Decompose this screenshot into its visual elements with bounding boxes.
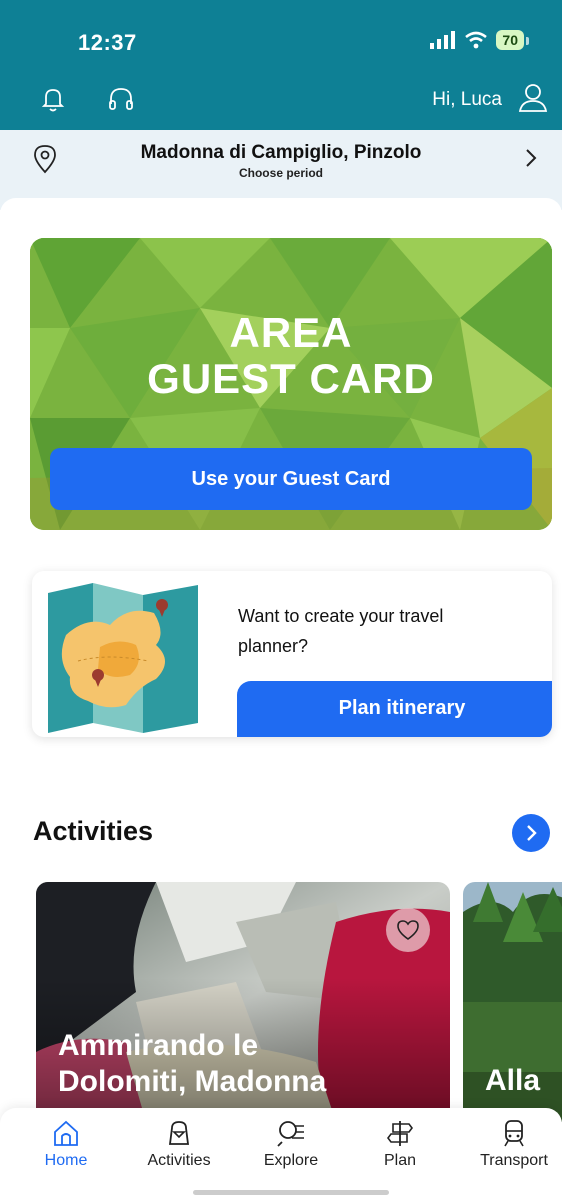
tab-label: Activities (147, 1152, 211, 1169)
battery-indicator: 70 (496, 30, 529, 50)
guest-card-title: AREA GUEST CARD (30, 310, 552, 402)
tab-explore[interactable]: Explore (243, 1118, 339, 1170)
guest-card-title-line1: AREA (229, 309, 353, 356)
use-guest-card-button[interactable]: Use your Guest Card (50, 448, 532, 510)
favorite-heart-button[interactable] (386, 908, 430, 952)
app-header: 12:37 70 Hi, Luca (0, 0, 562, 130)
tab-label: Transport (480, 1152, 548, 1169)
activity-card-title: Alla (485, 1064, 541, 1097)
chevron-right-icon (527, 825, 537, 841)
main-content: AREA GUEST CARD Use your Guest Card Want… (0, 198, 562, 1122)
bottom-tab-bar: Home Activities Explore Plan Transport (0, 1108, 562, 1202)
planner-prompt-text: Want to create your travel planner? (238, 606, 444, 656)
home-indicator (193, 1190, 389, 1195)
train-icon (504, 1120, 524, 1147)
activity-card[interactable]: Ammirando le Dolomiti, Madonna (36, 882, 450, 1122)
activity-card[interactable]: Alla (463, 882, 562, 1122)
status-icons: 70 (430, 30, 529, 50)
tab-activities[interactable]: Activities (131, 1118, 227, 1170)
activity-card-title: Ammirando le Dolomiti, Madonna (58, 1028, 326, 1100)
guest-card-banner: AREA GUEST CARD Use your Guest Card (30, 238, 552, 530)
tab-transport[interactable]: Transport (466, 1118, 562, 1170)
user-greeting[interactable]: Hi, Luca (432, 89, 502, 111)
signpost-icon (387, 1121, 413, 1146)
travel-planner-card: Want to create your travel planner? Plan… (32, 571, 552, 737)
backpack-icon (168, 1121, 190, 1145)
signal-icon (430, 31, 456, 49)
headset-icon[interactable] (106, 84, 136, 114)
home-icon (54, 1120, 78, 1146)
choose-period-label: Choose period (238, 166, 323, 180)
activities-section-title: Activities (33, 816, 154, 846)
tab-label: Plan (383, 1152, 417, 1169)
folded-map-illustration (48, 583, 198, 733)
chevron-right-icon[interactable] (522, 146, 540, 170)
status-time: 12:37 (78, 30, 137, 55)
activity-title-line1: Ammirando le (58, 1029, 259, 1062)
plan-itinerary-button[interactable]: Plan itinerary (237, 681, 552, 737)
guest-card-title-line2: GUEST CARD (147, 355, 435, 402)
tab-home[interactable]: Home (18, 1118, 114, 1170)
wifi-icon (465, 31, 488, 49)
activities-see-all-button[interactable] (512, 814, 550, 852)
user-icon[interactable] (516, 80, 550, 114)
heart-icon (397, 920, 419, 940)
activity-title-line2: Dolomiti, Madonna (58, 1065, 327, 1098)
tab-label: Home (44, 1152, 88, 1169)
explore-icon (277, 1121, 304, 1147)
location-name: Madonna di Campiglio, Pinzolo (140, 142, 422, 163)
tab-plan[interactable]: Plan (352, 1118, 448, 1170)
bell-icon[interactable] (38, 84, 68, 114)
tab-label: Explore (263, 1152, 319, 1169)
